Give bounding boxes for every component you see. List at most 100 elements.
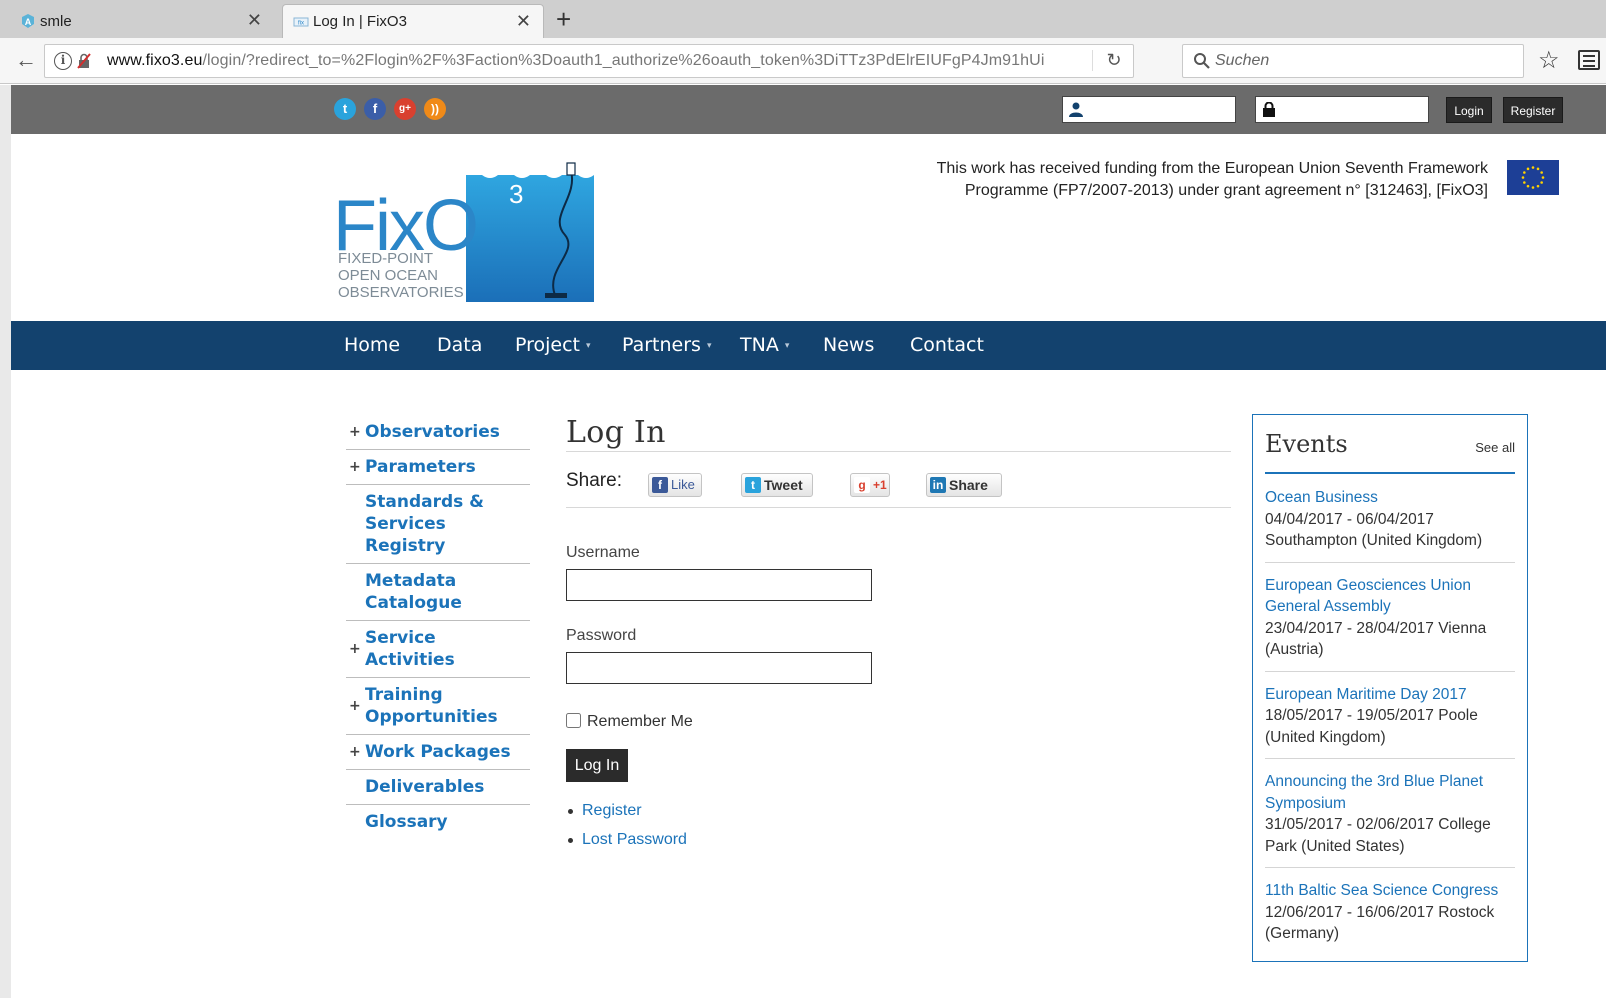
tab-label: Log In | FixO3 <box>313 13 407 30</box>
main-content: Log In Share: f Like t Tweet g +1 in Sha… <box>566 415 1231 854</box>
url-path: /login/?redirect_to=%2Flogin%2F%3Faction… <box>202 52 1045 69</box>
page-title: Log In <box>566 415 1231 452</box>
remember-me-row: Remember Me <box>566 712 1231 736</box>
sidebar-item-standards-registry[interactable]: Standards & Services Registry <box>346 485 530 564</box>
password-input[interactable] <box>566 652 872 684</box>
sidebar-item-parameters[interactable]: + Parameters <box>346 450 530 485</box>
svg-text:FIXED-POINT: FIXED-POINT <box>338 250 433 267</box>
chevron-down-icon: ▾ <box>784 341 790 351</box>
site-header: FixO 3 FIXED-POINT OPEN OCEAN OBSERVATOR… <box>11 134 1606 319</box>
close-tab-icon[interactable]: ✕ <box>247 10 262 31</box>
back-arrow-icon[interactable]: ← <box>12 47 40 75</box>
info-icon[interactable]: i <box>54 52 72 70</box>
sidebar-item-deliverables[interactable]: Deliverables <box>346 770 530 805</box>
facebook-icon: f <box>652 477 668 493</box>
sidebar-item-observatories[interactable]: + Observatories <box>346 415 530 450</box>
lock-icon <box>1263 102 1275 117</box>
nav-data[interactable]: Data <box>437 321 482 370</box>
address-bar[interactable]: i www.fixo3.eu/login/?redirect_to=%2Flog… <box>44 44 1134 78</box>
bookmark-star-icon[interactable]: ☆ <box>1538 46 1560 75</box>
top-password-input[interactable] <box>1284 100 1424 119</box>
chevron-down-icon: ▾ <box>586 341 591 351</box>
sidebar-item-metadata-catalogue[interactable]: Metadata Catalogue <box>346 564 530 621</box>
sidebar: + Observatories + Parameters Standards & S… <box>346 415 530 839</box>
insecure-lock-icon[interactable] <box>76 53 92 69</box>
event-title-link[interactable]: 11th Baltic Sea Science Congress <box>1265 880 1515 902</box>
expand-plus-icon: + <box>349 641 361 657</box>
username-input[interactable] <box>566 569 872 601</box>
event-item: European Geosciences Union General Assem… <box>1265 574 1515 672</box>
event-info: 12/06/2017 - 16/06/2017 Rostock (Germany… <box>1265 903 1495 943</box>
url-text[interactable]: www.fixo3.eu/login/?redirect_to=%2Flogin… <box>107 52 1044 70</box>
fixo3-logo[interactable]: FixO 3 FIXED-POINT OPEN OCEAN OBSERVATOR… <box>333 157 598 302</box>
nav-project[interactable]: Project ▾ <box>515 321 591 370</box>
share-row: Share: f Like t Tweet g +1 in Share <box>566 452 1231 508</box>
window-edge <box>0 85 11 998</box>
reading-list-icon[interactable] <box>1578 50 1600 70</box>
events-see-all-link[interactable]: See all <box>1475 440 1515 455</box>
nav-home[interactable]: Home <box>344 321 400 370</box>
search-input[interactable] <box>1215 49 1515 73</box>
top-register-button[interactable]: Register <box>1503 97 1563 123</box>
site-top-bar: t f g+ )) Login Register <box>11 85 1606 134</box>
browser-toolbar: ← i www.fixo3.eu/login/?redirect_to=%2Fl… <box>0 38 1606 84</box>
top-password-field[interactable] <box>1255 96 1429 123</box>
expand-plus-icon: + <box>349 459 361 475</box>
event-title-link[interactable]: European Geosciences Union General Assem… <box>1265 575 1515 618</box>
nav-partners[interactable]: Partners ▾ <box>622 321 711 370</box>
browser-tab-smle[interactable]: A smle ✕ <box>10 4 274 38</box>
svg-text:OPEN OCEAN: OPEN OCEAN <box>338 267 438 284</box>
tweet-button[interactable]: t Tweet <box>741 473 813 497</box>
share-label: Share: <box>566 470 622 491</box>
facebook-icon[interactable]: f <box>364 98 386 120</box>
register-link[interactable]: Register <box>582 802 642 819</box>
user-icon <box>1069 102 1083 117</box>
event-info: 18/05/2017 - 19/05/2017 Poole (United Ki… <box>1265 707 1478 746</box>
search-icon <box>1194 53 1210 69</box>
browser-tab-strip: A smle ✕ fix Log In | FixO3 ✕ + <box>0 0 1606 38</box>
google-plus-icon[interactable]: g+ <box>394 98 416 120</box>
sidebar-item-training-opportunities[interactable]: + Training Opportunities <box>346 678 530 735</box>
event-info: 31/05/2017 - 02/06/2017 College Park (Un… <box>1265 816 1491 855</box>
sidebar-item-work-packages[interactable]: + Work Packages <box>346 735 530 770</box>
events-title: Events <box>1265 430 1348 458</box>
nav-contact[interactable]: Contact <box>910 321 984 370</box>
browser-search-bar[interactable] <box>1182 44 1524 78</box>
svg-text:A: A <box>25 17 32 27</box>
event-title-link[interactable]: Ocean Business <box>1265 487 1515 509</box>
nav-tna[interactable]: TNA ▾ <box>740 321 789 370</box>
remember-me-checkbox[interactable] <box>566 713 581 728</box>
event-title-link[interactable]: Announcing the 3rd Blue Planet Symposium <box>1265 771 1515 814</box>
event-title-link[interactable]: European Maritime Day 2017 <box>1265 684 1515 706</box>
expand-plus-icon: + <box>349 698 361 714</box>
reload-icon[interactable]: ↻ <box>1092 50 1125 71</box>
nav-news[interactable]: News <box>823 321 874 370</box>
twitter-icon[interactable]: t <box>334 98 356 120</box>
close-tab-icon[interactable]: ✕ <box>516 11 531 32</box>
rss-icon[interactable]: )) <box>424 98 446 120</box>
smle-favicon-icon: A <box>22 14 34 28</box>
svg-text:OBSERVATORIES: OBSERVATORIES <box>338 284 464 301</box>
login-links: Register Lost Password <box>566 796 1231 854</box>
expand-plus-icon: + <box>349 424 361 440</box>
list-item: Lost Password <box>566 825 1231 854</box>
browser-tab-login[interactable]: fix Log In | FixO3 ✕ <box>282 4 544 38</box>
google-plus-one-button[interactable]: g +1 <box>850 473 890 497</box>
top-username-input[interactable] <box>1091 100 1231 119</box>
events-list: Ocean Business 04/04/2017 - 06/04/2017 S… <box>1265 486 1515 966</box>
new-tab-plus-icon[interactable]: + <box>556 4 571 34</box>
tab-label: smle <box>40 12 72 30</box>
login-submit-button[interactable]: Log In <box>566 749 628 782</box>
lost-password-link[interactable]: Lost Password <box>582 831 687 848</box>
top-login-button[interactable]: Login <box>1446 97 1492 123</box>
url-host: www.fixo3.eu <box>107 52 203 69</box>
list-item: Register <box>566 796 1231 825</box>
password-label: Password <box>566 627 637 644</box>
sidebar-item-service-activities[interactable]: + Service Activities <box>346 621 530 678</box>
web-page: t f g+ )) Login Register FixO 3 FIXED-PO… <box>11 85 1606 998</box>
sidebar-item-glossary[interactable]: Glossary <box>346 805 530 839</box>
top-username-field[interactable] <box>1062 96 1236 123</box>
facebook-like-button[interactable]: f Like <box>648 473 702 497</box>
event-info: 04/04/2017 - 06/04/2017 Southampton (Uni… <box>1265 510 1483 550</box>
linkedin-share-button[interactable]: in Share <box>926 473 1002 497</box>
